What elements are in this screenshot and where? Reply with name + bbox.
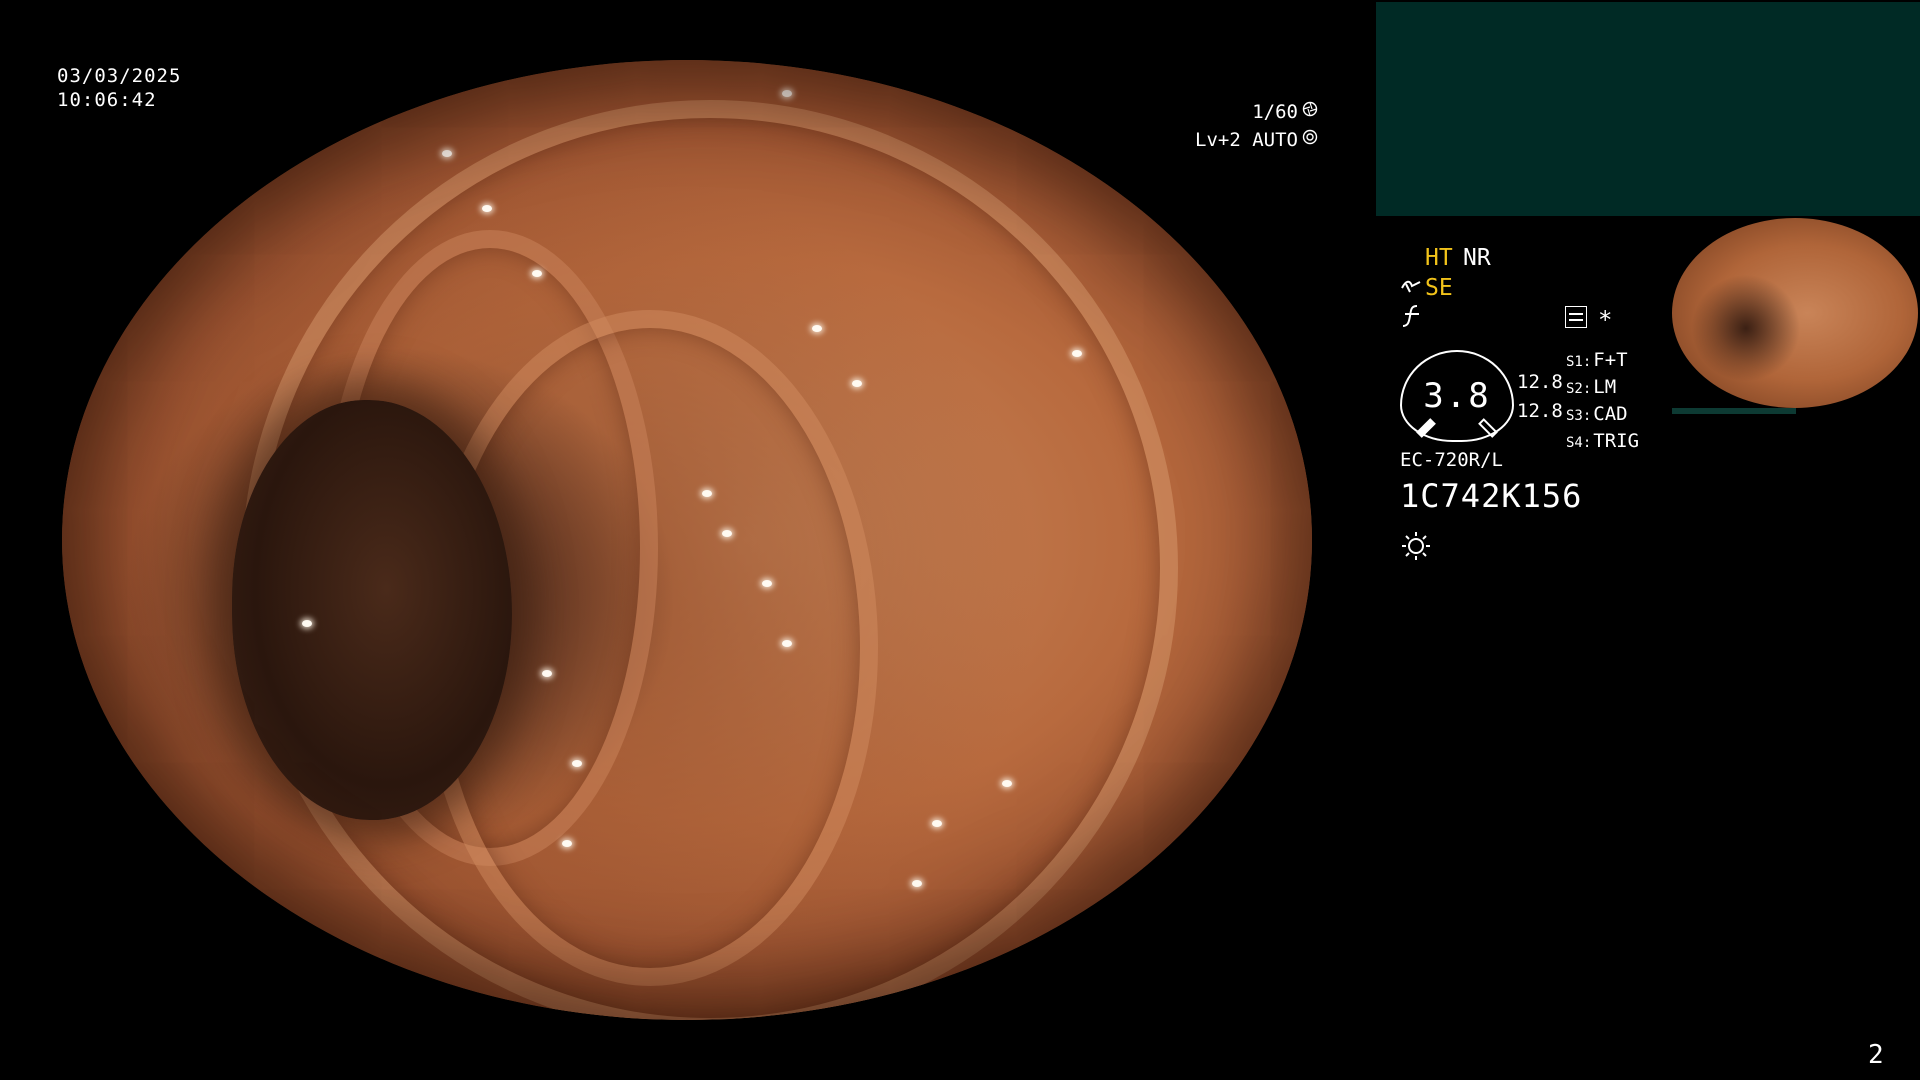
datetime-readout: 03/03/2025 10:06:42 bbox=[57, 64, 181, 112]
memo-icon bbox=[1565, 306, 1587, 328]
ht-indicator: HT bbox=[1425, 245, 1453, 271]
switch-key: S3: bbox=[1566, 408, 1592, 424]
marker-star: * bbox=[1598, 306, 1613, 334]
switch-value: TRIG bbox=[1593, 430, 1640, 452]
switch-value: CAD bbox=[1593, 403, 1628, 425]
scope-serial-number: 1C742K156 bbox=[1400, 477, 1583, 515]
light-source-icon bbox=[1400, 530, 1432, 562]
scope-model: EC-720R/L bbox=[1400, 449, 1503, 471]
magnification-gauge: 3.8 bbox=[1400, 350, 1514, 442]
function-icon bbox=[1401, 304, 1423, 335]
aux-value: 12.8 bbox=[1517, 371, 1563, 393]
switch-key: S2: bbox=[1566, 381, 1592, 397]
switch-assignment: S2: LM bbox=[1566, 375, 1639, 402]
exposure-readout: 1/60 Lv+2 AUTO bbox=[1195, 98, 1320, 154]
time-text: 10:06:42 bbox=[57, 89, 157, 111]
shutter-text: 1/60 bbox=[1252, 101, 1298, 123]
switch-key: S1: bbox=[1566, 354, 1592, 370]
thumbnail-status-bar bbox=[1672, 408, 1796, 414]
auto-iris-icon bbox=[1300, 126, 1320, 154]
gauge-value: 3.8 bbox=[1423, 376, 1491, 416]
gauge-right-marker bbox=[1478, 418, 1498, 438]
nr-indicator: NR bbox=[1463, 245, 1491, 271]
gauge-left-marker bbox=[1416, 418, 1436, 438]
thumbnail-endoscopic-view bbox=[1672, 218, 1918, 408]
switch-assignment: S4: TRIG bbox=[1566, 429, 1639, 456]
brightness-text: Lv+2 AUTO bbox=[1195, 129, 1298, 151]
thumbnail-preview[interactable] bbox=[1672, 218, 1920, 414]
structure-enhance-icon bbox=[1400, 274, 1422, 303]
switch-assignment: S1: F+T bbox=[1566, 348, 1639, 375]
page-number: 2 bbox=[1868, 1040, 1884, 1070]
switch-value: F+T bbox=[1593, 349, 1628, 371]
endoscopic-view bbox=[62, 60, 1312, 1020]
scope-switch-list: S1: F+T S2: LM S3: CAD S4: TRIG bbox=[1566, 348, 1639, 456]
secondary-display-area bbox=[1376, 2, 1920, 216]
vignette bbox=[62, 60, 1312, 1020]
endoscopy-screen: 03/03/2025 10:06:42 1/60 Lv+2 AUTO HT NR… bbox=[0, 0, 1920, 1080]
switch-key: S4: bbox=[1566, 435, 1592, 451]
aux-value: 12.8 bbox=[1517, 400, 1563, 422]
aperture-icon bbox=[1300, 98, 1320, 126]
date-text: 03/03/2025 bbox=[57, 65, 182, 87]
se-indicator: SE bbox=[1425, 275, 1453, 301]
thumbnail-image bbox=[1672, 218, 1920, 412]
switch-value: LM bbox=[1593, 376, 1617, 398]
switch-assignment: S3: CAD bbox=[1566, 402, 1639, 429]
